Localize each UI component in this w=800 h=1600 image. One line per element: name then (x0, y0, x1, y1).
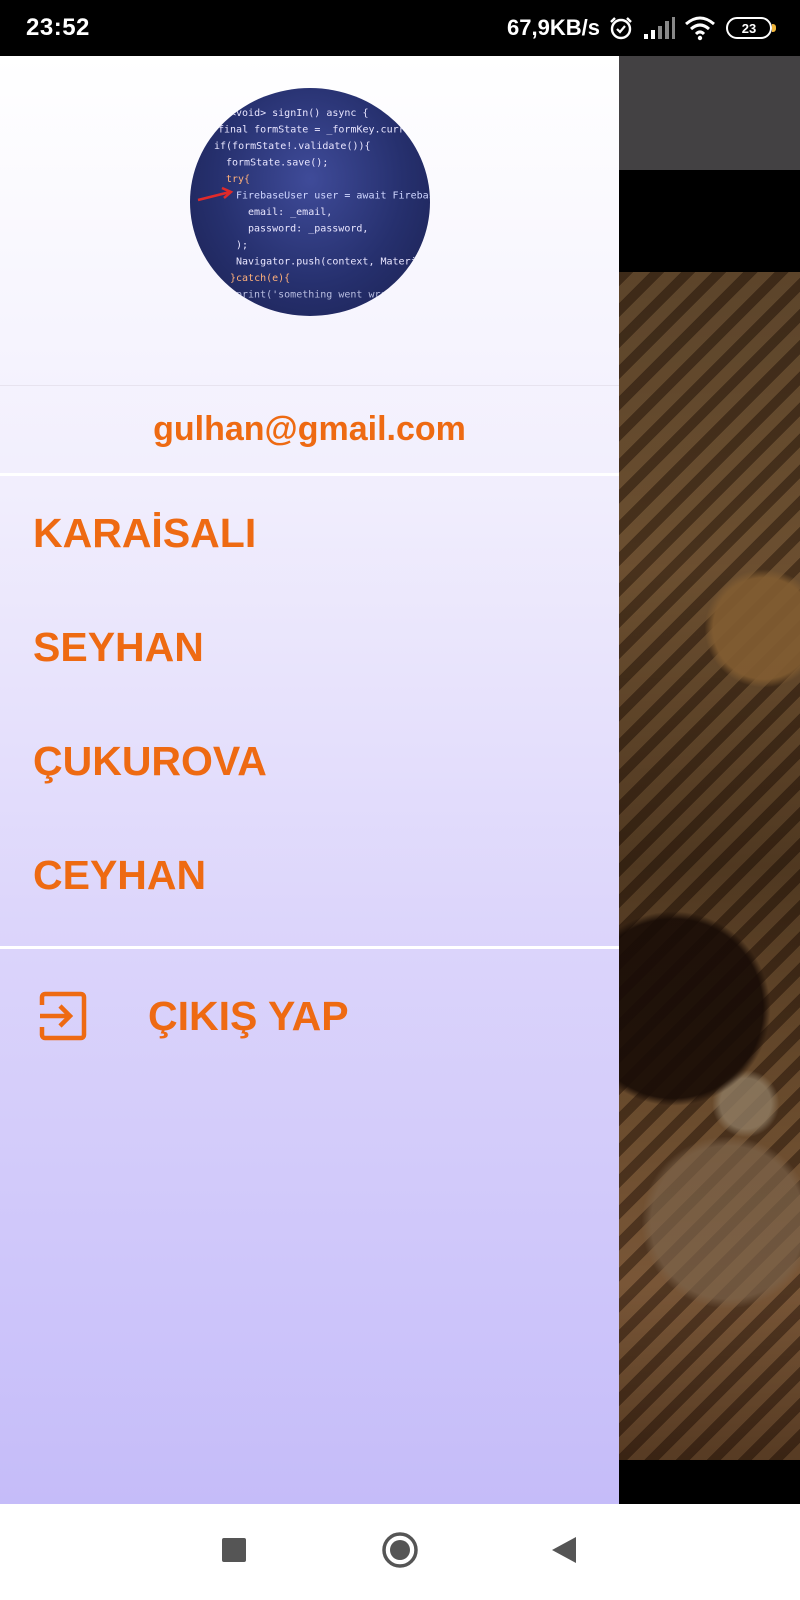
home-icon (381, 1531, 419, 1574)
avatar-code-line: Navigator.push(context, MaterialPa (236, 257, 430, 268)
network-speed: 67,9KB/s (507, 15, 600, 40)
avatar-code-line: if(formState!.validate()){ (214, 141, 371, 152)
avatar-code-line: final formState = _formKey.current (218, 125, 423, 136)
logout-button[interactable]: ÇIKIŞ YAP (0, 956, 619, 1076)
menu-item-label: ÇUKUROVA (33, 737, 267, 784)
avatar-code-line: FirebaseUser user = await Firebase (236, 191, 430, 202)
avatar-code-line: password: _password, (248, 224, 368, 235)
background-app[interactable] (619, 56, 800, 1504)
back-button[interactable] (540, 1528, 588, 1576)
navigation-drawer: <void> signIn() async { final formState =… (0, 56, 619, 1504)
district-menu: KARAİSALI SEYHAN ÇUKUROVA CEYHAN (0, 476, 619, 932)
avatar-code-line: <void> signIn() async { (230, 108, 368, 119)
avatar-code-line: email: _email, (248, 207, 332, 218)
menu-divider (0, 946, 619, 949)
system-nav-bar (0, 1504, 800, 1600)
avatar-code-line: try{ (226, 174, 250, 185)
logout-icon (38, 991, 88, 1041)
menu-item-cukurova[interactable]: ÇUKUROVA (0, 704, 619, 818)
back-icon (550, 1535, 578, 1570)
recents-button[interactable] (210, 1528, 258, 1576)
avatar-code-line: formState.save(); (226, 158, 328, 169)
status-time: 23:52 (26, 14, 90, 41)
drawer-header: <void> signIn() async { final formState =… (0, 56, 619, 386)
drawer-scrim[interactable] (619, 56, 800, 1504)
status-icons: 67,9KB/s 23 (507, 12, 776, 44)
avatar-code-line: }catch(e){ (230, 273, 290, 284)
status-bar: 23:52 67,9KB/s 23 (0, 0, 800, 56)
recents-icon (221, 1537, 247, 1568)
red-arrow-icon (197, 186, 234, 202)
wifi-icon (684, 15, 716, 41)
menu-item-seyhan[interactable]: SEYHAN (0, 590, 619, 704)
profile-avatar: <void> signIn() async { final formState =… (190, 88, 430, 316)
avatar-code-image: <void> signIn() async { final formState =… (197, 108, 430, 301)
avatar-code-line: print('something went wrong') (236, 290, 411, 301)
menu-item-label: SEYHAN (33, 623, 204, 670)
avatar-code-line: ); (236, 240, 248, 251)
menu-item-ceyhan[interactable]: CEYHAN (0, 818, 619, 932)
menu-item-karaisali[interactable]: KARAİSALI (0, 476, 619, 590)
email-row: gulhan@gmail.com (0, 386, 619, 476)
battery-level: 23 (741, 20, 757, 36)
alarm-icon (608, 15, 634, 41)
home-button[interactable] (376, 1528, 424, 1576)
signal-icon (642, 16, 676, 40)
user-email: gulhan@gmail.com (153, 410, 466, 448)
menu-item-label: CEYHAN (33, 851, 207, 898)
screen: 23:52 67,9KB/s 23 <void> signIn() async … (0, 0, 800, 1600)
battery-icon: 23 (726, 17, 776, 39)
logout-label: ÇIKIŞ YAP (148, 992, 349, 1039)
menu-item-label: KARAİSALI (33, 509, 257, 556)
